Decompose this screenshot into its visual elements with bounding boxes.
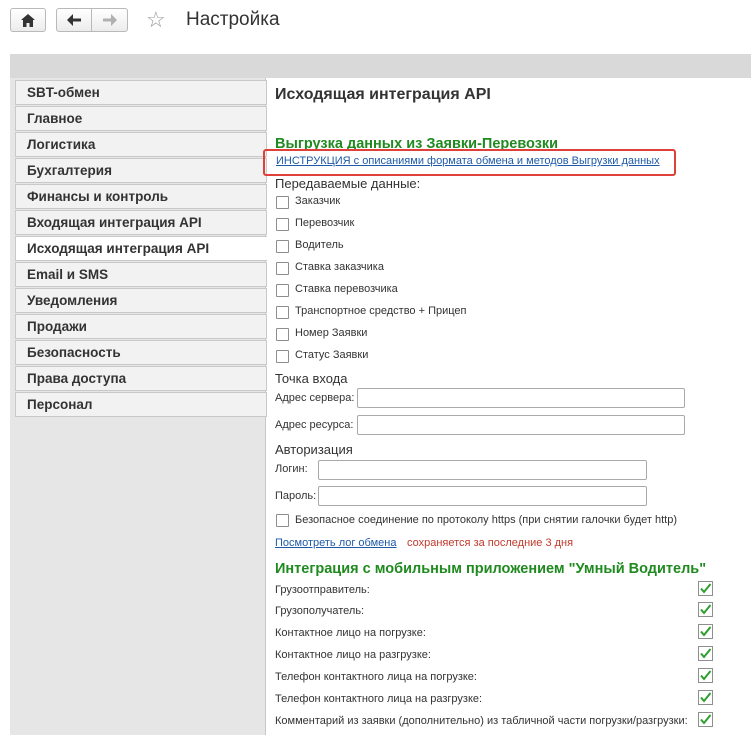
checkmark-icon[interactable]	[698, 581, 713, 596]
arrow-left-icon	[67, 14, 81, 26]
checkbox-customer-label: Заказчик	[295, 195, 341, 207]
header-strip	[10, 54, 751, 78]
page-title: Настройка	[186, 9, 280, 30]
sidebar-item-notifications[interactable]: Уведомления	[15, 288, 267, 313]
checkbox-carrier[interactable]	[276, 218, 289, 231]
auth-label: Авторизация	[275, 442, 353, 457]
sidebar-item-accounting[interactable]: Бухгалтерия	[15, 158, 267, 183]
password-input[interactable]	[318, 486, 647, 506]
log-retention-note: сохраняется за последние 3 дня	[407, 537, 574, 549]
login-label: Логин:	[275, 463, 308, 475]
checkmark-icon[interactable]	[698, 668, 713, 683]
entry-point-label: Точка входа	[275, 371, 348, 386]
checkbox-order-status-label: Статус Заявки	[295, 349, 369, 361]
checkbox-driver[interactable]	[276, 240, 289, 253]
checkbox-vehicle-label: Транспортное средство + Прицеп	[295, 305, 467, 317]
checkbox-carrier-label: Перевозчик	[295, 217, 355, 229]
server-address-label: Адрес сервера:	[275, 392, 355, 404]
mobile-item-consignee-label: Грузополучатель:	[275, 605, 365, 617]
view-log-link[interactable]: Посмотреть лог обмена	[275, 537, 396, 549]
mobile-section-title: Интеграция с мобильным приложением "Умны…	[275, 561, 707, 577]
checkbox-order-number-label: Номер Заявки	[295, 327, 368, 339]
checkmark-icon[interactable]	[698, 602, 713, 617]
sidebar-item-sbt[interactable]: SBT-обмен	[15, 80, 267, 105]
sidebar-item-access-rights[interactable]: Права доступа	[15, 366, 267, 391]
checkbox-customer-rate-label: Ставка заказчика	[295, 261, 384, 273]
mobile-item-phone-loading-label: Телефон контактного лица на погрузке:	[275, 671, 477, 683]
sidebar: SBT-обмен Главное Логистика Бухгалтерия …	[10, 78, 271, 735]
toolbar: ☆ Настройка	[0, 0, 751, 54]
checkbox-order-number[interactable]	[276, 328, 289, 341]
resource-address-input[interactable]	[357, 415, 685, 435]
server-address-input[interactable]	[357, 388, 685, 408]
checkbox-vehicle[interactable]	[276, 306, 289, 319]
home-button[interactable]	[10, 8, 46, 32]
checkbox-carrier-rate-label: Ставка перевозчика	[295, 283, 398, 295]
mobile-item-contact-unloading-label: Контактное лицо на разгрузке:	[275, 649, 431, 661]
resource-address-label: Адрес ресурса:	[275, 419, 354, 431]
mobile-item-shipper-label: Грузоотправитель:	[275, 584, 370, 596]
mobile-item-comment-label: Комментарий из заявки (дополнительно) из…	[275, 715, 688, 727]
sidebar-item-outgoing-api[interactable]: Исходящая интеграция API	[15, 236, 271, 261]
checkmark-icon[interactable]	[698, 712, 713, 727]
sidebar-item-security[interactable]: Безопасность	[15, 340, 267, 365]
checkbox-customer-rate[interactable]	[276, 262, 289, 275]
mobile-item-phone-unloading-label: Телефон контактного лица на разгрузке:	[275, 693, 483, 705]
back-button[interactable]	[56, 8, 92, 32]
checkmark-icon[interactable]	[698, 624, 713, 639]
sidebar-item-logistics[interactable]: Логистика	[15, 132, 267, 157]
sidebar-item-main[interactable]: Главное	[15, 106, 267, 131]
instruction-link[interactable]: ИНСТРУКЦИЯ с описаниями формата обмена и…	[276, 155, 660, 167]
home-icon	[21, 13, 35, 27]
sidebar-item-sales[interactable]: Продажи	[15, 314, 267, 339]
sidebar-item-finance[interactable]: Финансы и контроль	[15, 184, 267, 209]
checkbox-https[interactable]	[276, 514, 289, 527]
checkmark-icon[interactable]	[698, 690, 713, 705]
forward-button[interactable]	[91, 8, 128, 32]
sidebar-item-staff[interactable]: Персонал	[15, 392, 267, 417]
checkmark-icon[interactable]	[698, 646, 713, 661]
password-label: Пароль:	[275, 490, 317, 502]
checkbox-carrier-rate[interactable]	[276, 284, 289, 297]
checkbox-customer[interactable]	[276, 196, 289, 209]
login-input[interactable]	[318, 460, 647, 480]
sidebar-item-email-sms[interactable]: Email и SMS	[15, 262, 267, 287]
star-icon[interactable]: ☆	[146, 8, 166, 32]
checkbox-driver-label: Водитель	[295, 239, 344, 251]
arrow-right-icon	[102, 14, 117, 26]
checkbox-https-label: Безопасное соединение по протоколу https…	[295, 514, 678, 526]
sidebar-item-incoming-api[interactable]: Входящая интеграция API	[15, 210, 267, 235]
transmitted-data-label: Передаваемые данные:	[275, 176, 421, 191]
section-title: Исходящая интеграция API	[275, 86, 491, 103]
checkbox-order-status[interactable]	[276, 350, 289, 363]
mobile-item-contact-loading-label: Контактное лицо на погрузке:	[275, 627, 426, 639]
